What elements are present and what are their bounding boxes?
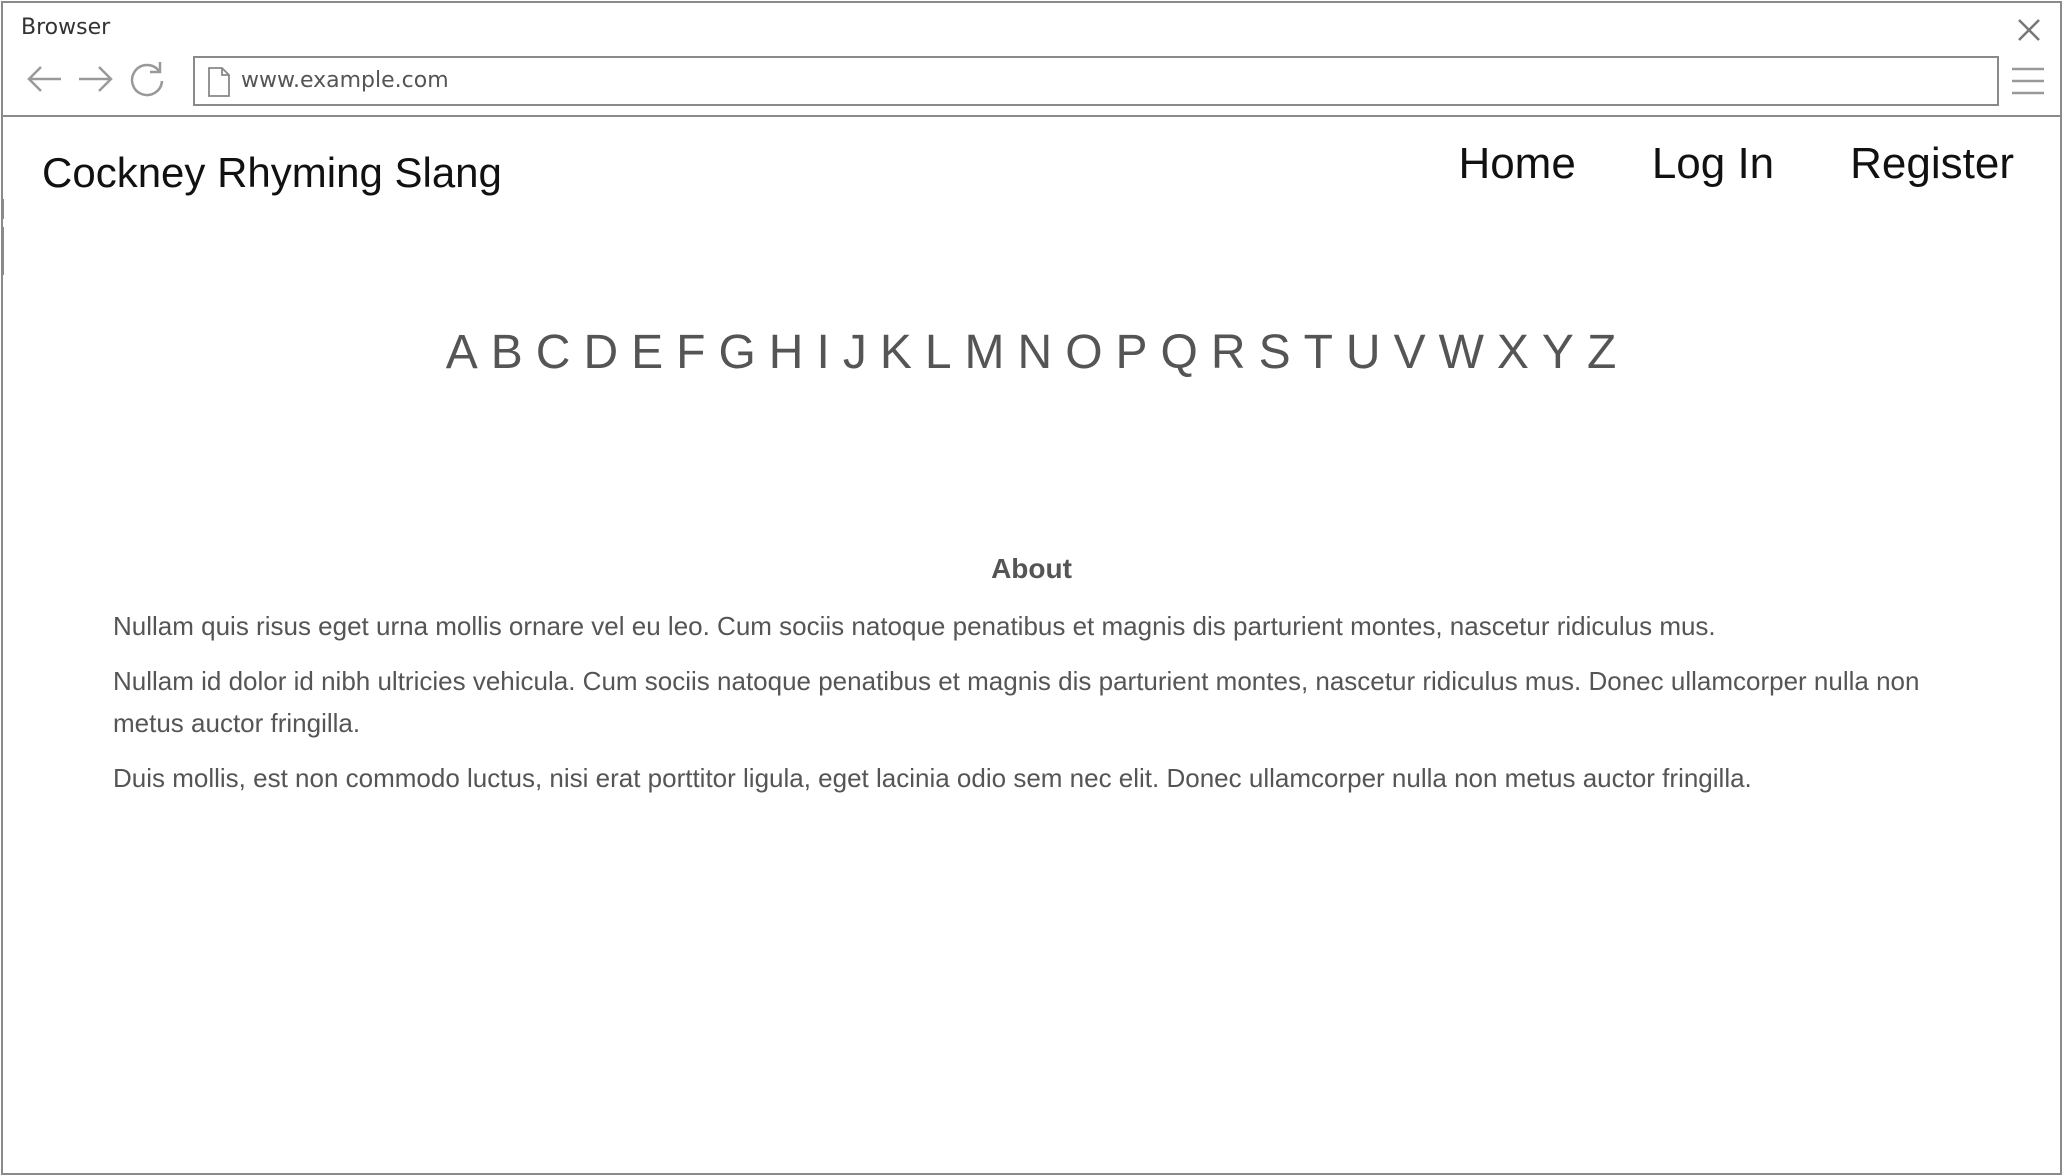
letter-f[interactable]: F — [676, 325, 706, 380]
letter-y[interactable]: Y — [1542, 325, 1575, 380]
scroll-mark — [3, 227, 4, 275]
url-input[interactable] — [241, 58, 1981, 104]
letter-t[interactable]: T — [1304, 325, 1334, 380]
about-paragraph: Nullam id dolor id nibh ultricies vehicu… — [113, 666, 1920, 738]
arrow-left-icon — [27, 66, 61, 92]
scroll-mark — [3, 199, 4, 219]
letter-c[interactable]: C — [536, 325, 572, 380]
letter-i[interactable]: I — [816, 325, 830, 380]
letter-d[interactable]: D — [583, 325, 619, 380]
letter-l[interactable]: L — [925, 325, 953, 380]
nav-log-in[interactable]: Log In — [1652, 139, 1774, 189]
letter-x[interactable]: X — [1497, 325, 1530, 380]
letter-j[interactable]: J — [843, 325, 868, 380]
hamburger-menu-icon — [2012, 67, 2044, 95]
about-body: Nullam quis risus eget urna mollis ornar… — [113, 605, 1973, 812]
letter-b[interactable]: B — [491, 325, 524, 380]
close-icon — [2018, 19, 2040, 41]
top-nav: Home Log In Register — [1458, 139, 2014, 189]
address-bar[interactable] — [193, 56, 1999, 106]
letter-z[interactable]: Z — [1587, 325, 1617, 380]
reload-icon — [130, 62, 164, 97]
letter-e[interactable]: E — [631, 325, 664, 380]
letter-g[interactable]: G — [718, 325, 756, 380]
letter-h[interactable]: H — [769, 325, 805, 380]
arrow-right-icon — [79, 66, 113, 92]
window-title: Browser — [21, 15, 111, 40]
letter-s[interactable]: S — [1259, 325, 1292, 380]
letter-k[interactable]: K — [880, 325, 913, 380]
about-paragraph: Nullam quis risus eget urna mollis ornar… — [113, 611, 1716, 641]
letter-v[interactable]: V — [1394, 325, 1427, 380]
letter-q[interactable]: Q — [1161, 325, 1199, 380]
about-paragraph: Duis mollis, est non commodo luctus, nis… — [113, 763, 1752, 793]
back-button[interactable] — [25, 59, 65, 99]
letter-n[interactable]: N — [1018, 325, 1054, 380]
letter-u[interactable]: U — [1346, 325, 1382, 380]
letter-p[interactable]: P — [1116, 325, 1149, 380]
nav-register[interactable]: Register — [1850, 139, 2014, 189]
letter-w[interactable]: W — [1439, 325, 1485, 380]
site-title: Cockney Rhyming Slang — [42, 149, 502, 196]
letter-o[interactable]: O — [1065, 325, 1103, 380]
letter-r[interactable]: R — [1211, 325, 1247, 380]
browser-chrome: Browser — [3, 3, 2060, 117]
reload-button[interactable] — [127, 59, 167, 99]
about-heading: About — [991, 553, 1072, 584]
letter-m[interactable]: M — [965, 325, 1006, 380]
forward-button[interactable] — [75, 59, 115, 99]
menu-button[interactable] — [2010, 61, 2046, 101]
nav-home[interactable]: Home — [1458, 139, 1575, 189]
letter-a[interactable]: A — [446, 325, 479, 380]
page-icon — [208, 67, 230, 97]
page-content: Cockney Rhyming Slang Home Log In Regist… — [3, 119, 2060, 1173]
close-button[interactable] — [2014, 15, 2044, 45]
alphabet-index: ABCDEFGHIJKLMNOPQRSTUVWXYZ — [3, 325, 2060, 380]
browser-window: Browser www.example.com Cockney Rhyming … — [1, 1, 2062, 1175]
